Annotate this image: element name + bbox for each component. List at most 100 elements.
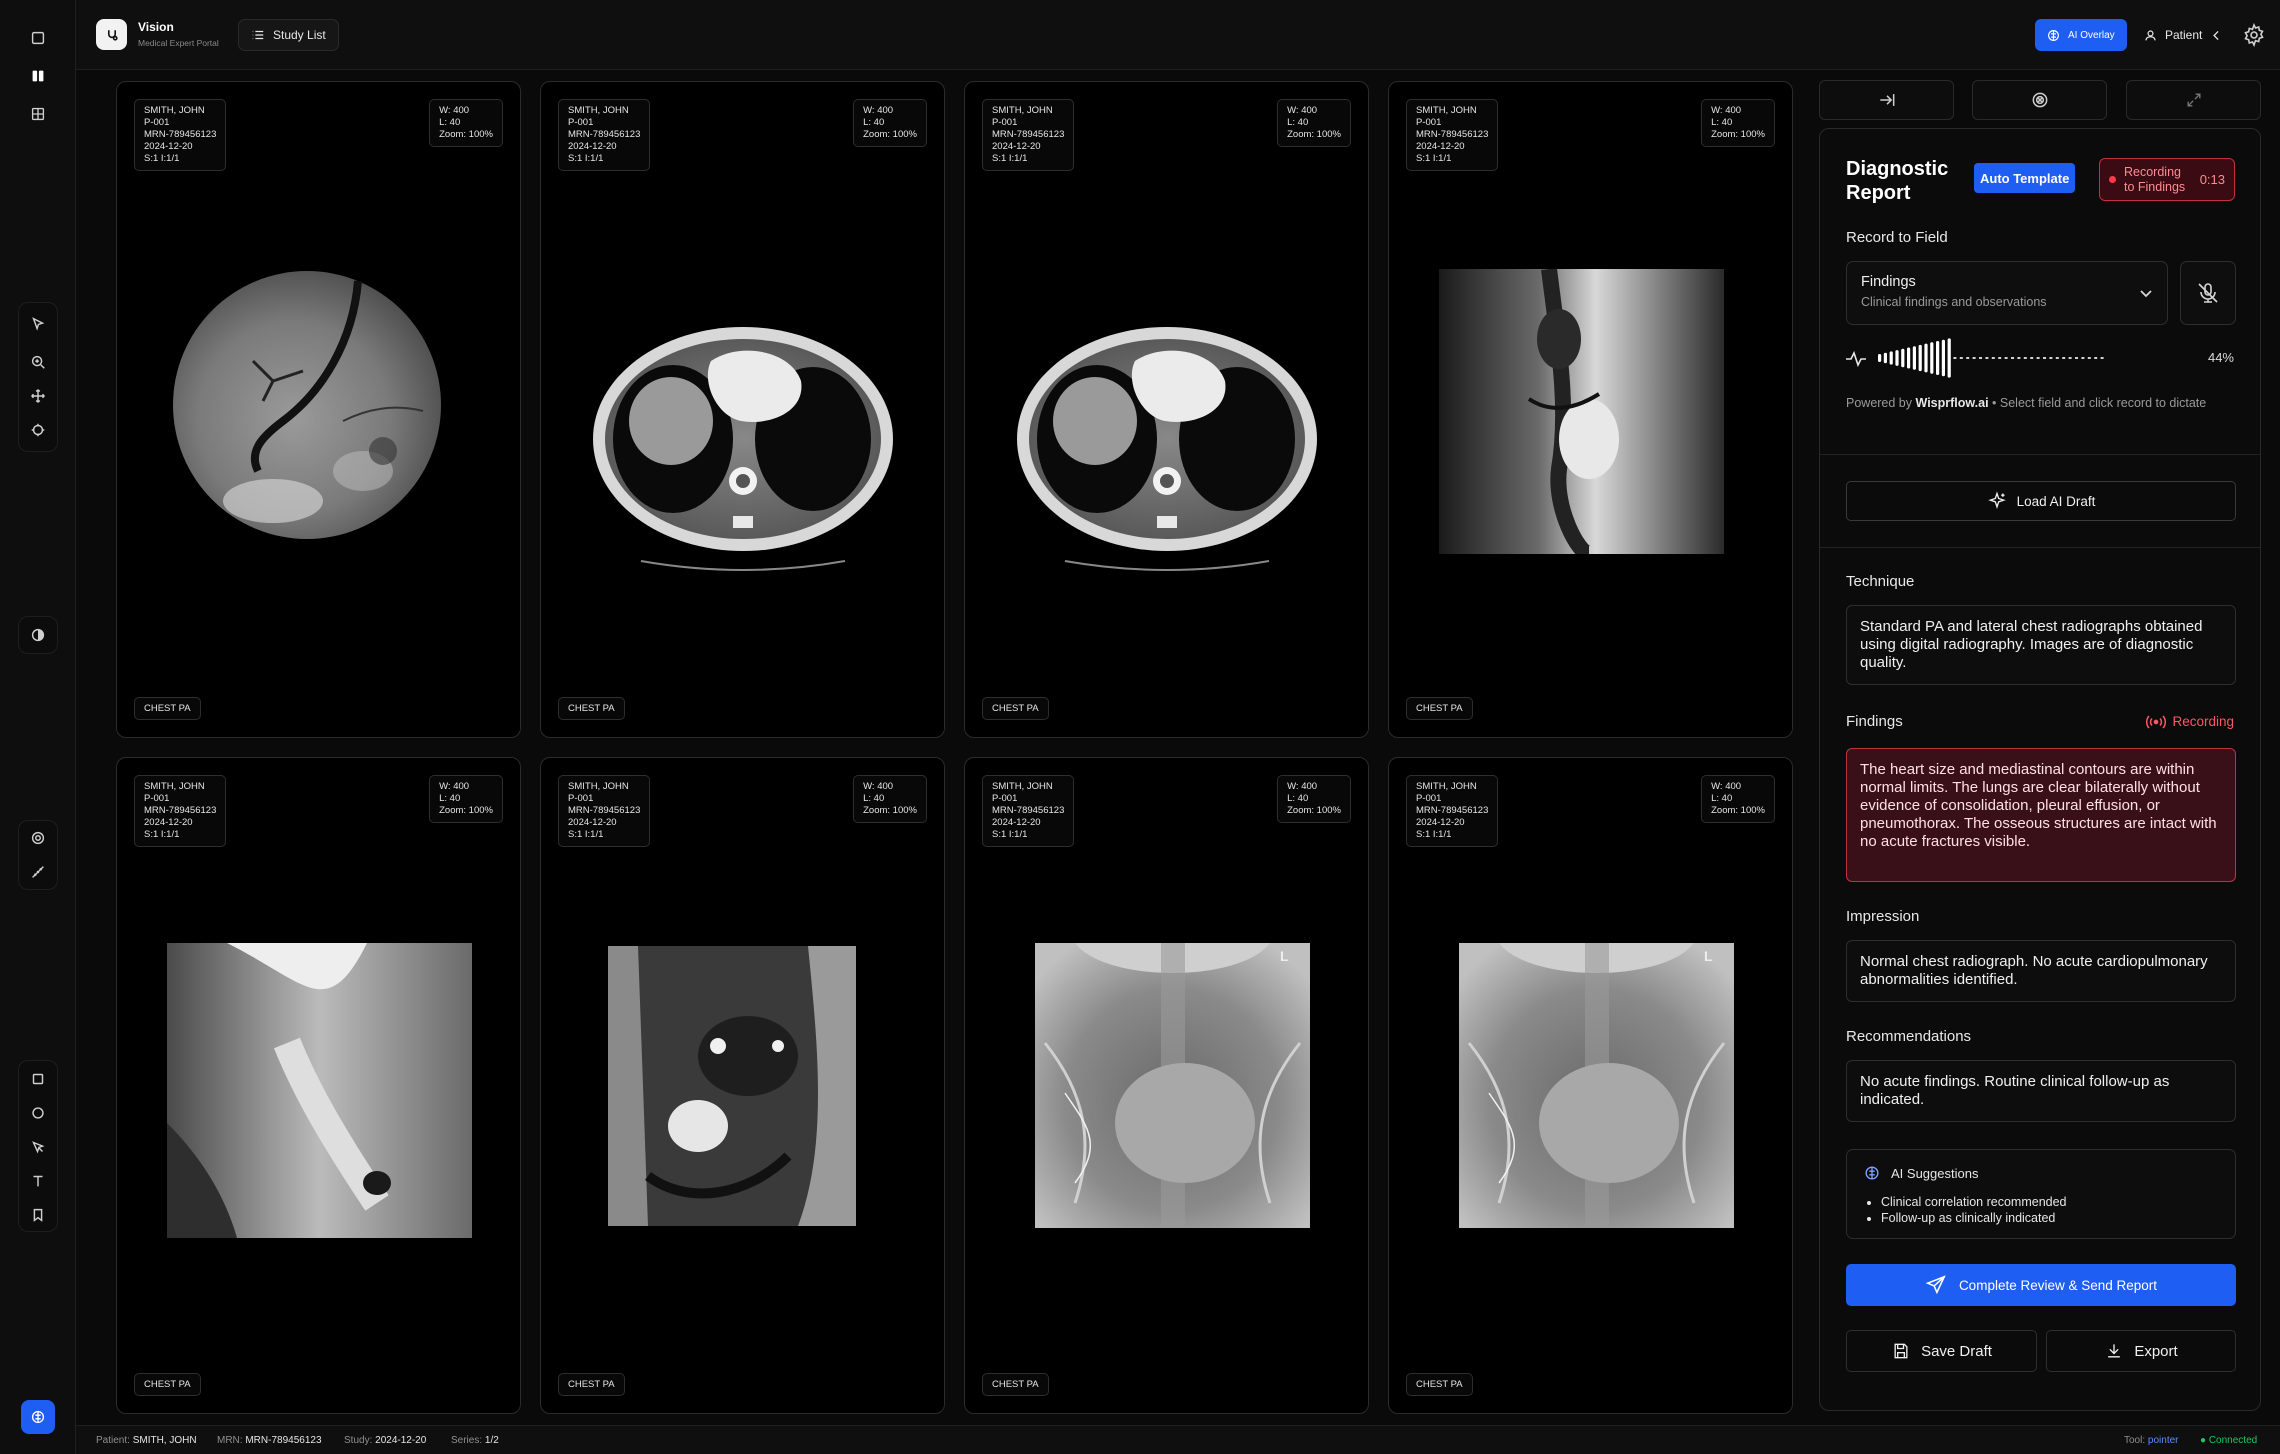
waveform-bar — [1966, 357, 1970, 359]
single-view-icon[interactable] — [20, 20, 56, 56]
patient-panel-toggle[interactable]: Patient — [2144, 19, 2223, 51]
connection-status: ● Connected — [2200, 1435, 2258, 1446]
series-description: CHEST PA — [134, 1373, 201, 1396]
ai-assistant-icon[interactable] — [21, 1400, 55, 1434]
image-viewport[interactable]: SMITH, JOHN P-001 MRN-789456123 2024-12-20 S… — [116, 757, 521, 1414]
ruler-tool-icon[interactable] — [20, 854, 56, 890]
medical-image[interactable] — [167, 943, 472, 1238]
overlay-study-date: 2024-12-20 — [992, 141, 1041, 152]
patient-overlay: SMITH, JOHN P-001 MRN-789456123 2024-12-20 S… — [134, 775, 227, 847]
image-viewport[interactable]: L SMITH, JOHN P-001 MRN-789456123 2024-12-20… — [1388, 757, 1793, 1414]
top-bar: Vision Medical Expert Portal Study List … — [76, 0, 2280, 70]
expand-panel-button[interactable] — [2126, 80, 2261, 120]
medical-image[interactable] — [1015, 321, 1320, 576]
contrast-tool-icon[interactable] — [20, 617, 56, 653]
chevron-left-icon — [2213, 30, 2219, 40]
image-viewport[interactable]: SMITH, JOHN P-001 MRN-789456123 2024-12-20 S… — [540, 81, 945, 738]
overlay-mrn: MRN-789456123 — [144, 129, 217, 140]
load-ai-draft-button[interactable]: Load AI Draft — [1846, 481, 2236, 521]
left-toolbar — [0, 0, 76, 1454]
waveform-bar — [1979, 357, 1982, 359]
waveform-bar — [2094, 357, 2098, 359]
recording-status-badge[interactable]: Recording to Findings 0:13 — [2099, 158, 2235, 201]
bookmark-tool-icon[interactable] — [20, 1197, 56, 1233]
waveform-bar — [2049, 357, 2053, 359]
medical-image[interactable] — [591, 321, 896, 576]
study-list-button[interactable]: Study List — [238, 19, 339, 51]
medical-image[interactable] — [1439, 269, 1724, 554]
overlay-patient-id: P-001 — [992, 793, 1018, 804]
overlay-zoom: Zoom: 100% — [863, 805, 917, 816]
save-draft-label: Save Draft — [1921, 1342, 1992, 1360]
diagnostic-report-panel: Diagnostic Report Auto Template Recordin… — [1819, 128, 2261, 1411]
overlay-patient-id: P-001 — [1416, 117, 1442, 128]
target-tool-icon[interactable] — [20, 820, 56, 856]
overlay-window: W: 400 — [439, 781, 470, 792]
waveform-bars — [1878, 338, 2104, 378]
save-draft-button[interactable]: Save Draft — [1846, 1330, 2037, 1372]
patient-overlay: SMITH, JOHN P-001 MRN-789456123 2024-12-20 S… — [1406, 775, 1499, 847]
status-patient-label: Patient: — [96, 1435, 130, 1446]
overlay-study-date: 2024-12-20 — [568, 141, 617, 152]
pan-tool-icon[interactable] — [20, 378, 56, 414]
image-viewport[interactable]: L SMITH, JOHN P-001 MRN-789456123 2024-12-20… — [964, 757, 1369, 1414]
two-column-view-icon[interactable] — [20, 58, 56, 94]
ai-brain-icon — [1865, 1166, 1879, 1180]
auto-template-button[interactable]: Auto Template — [1974, 163, 2076, 193]
arrow-tool-icon[interactable] — [20, 1129, 56, 1165]
broadcast-icon — [2146, 715, 2167, 728]
patient-label: Patient — [2165, 28, 2203, 42]
pointer-tool-icon[interactable] — [20, 306, 56, 342]
rectangle-tool-icon[interactable] — [20, 1061, 56, 1097]
complete-review-send-button[interactable]: Complete Review & Send Report — [1846, 1264, 2236, 1306]
overlay-series-image: S:1 I:1/1 — [144, 153, 180, 164]
image-viewport[interactable]: SMITH, JOHN P-001 MRN-789456123 2024-12-20 S… — [964, 81, 1369, 738]
export-button[interactable]: Export — [2046, 1330, 2236, 1372]
series-description: CHEST PA — [558, 1373, 625, 1396]
waveform-bar — [1930, 342, 1934, 374]
overlay-patient-id: P-001 — [992, 117, 1018, 128]
medical-image[interactable]: L — [1035, 943, 1310, 1228]
settings-gear-icon[interactable] — [2242, 22, 2266, 48]
waveform-bar — [2100, 357, 2104, 359]
waveform-bar — [2023, 357, 2027, 359]
zoom-tool-icon[interactable] — [20, 344, 56, 380]
window-level-overlay: W: 400 L: 40 Zoom: 100% — [853, 99, 927, 147]
medical-image[interactable]: L — [1459, 943, 1734, 1228]
impression-field[interactable]: Normal chest radiograph. No acute cardio… — [1846, 940, 2236, 1002]
technique-field[interactable]: Standard PA and lateral chest radiograph… — [1846, 605, 2236, 685]
overlay-patient-name: SMITH, JOHN — [144, 781, 205, 792]
recommendations-field[interactable]: No acute findings. Routine clinical foll… — [1846, 1060, 2236, 1122]
grid-view-icon[interactable] — [20, 96, 56, 132]
window-level-overlay: W: 400 L: 40 Zoom: 100% — [853, 775, 927, 823]
image-viewport[interactable]: SMITH, JOHN P-001 MRN-789456123 2024-12-20 S… — [540, 757, 945, 1414]
medical-image[interactable] — [608, 946, 856, 1226]
record-field-select[interactable]: Findings Clinical findings and observati… — [1846, 261, 2168, 325]
audio-level-percent: 44% — [2207, 350, 2234, 365]
chevron-down-icon — [2140, 290, 2152, 298]
overlay-mrn: MRN-789456123 — [144, 805, 217, 816]
export-label: Export — [2134, 1342, 2178, 1360]
medical-image[interactable] — [173, 271, 441, 539]
image-viewport[interactable]: SMITH, JOHN P-001 MRN-789456123 2024-12-20 S… — [116, 81, 521, 738]
report-title: Diagnostic Report — [1846, 158, 1949, 204]
patient-overlay: SMITH, JOHN P-001 MRN-789456123 2024-12-20 S… — [558, 775, 651, 847]
findings-field[interactable]: The heart size and mediastinal contours … — [1846, 748, 2236, 882]
series-description: CHEST PA — [1406, 1373, 1473, 1396]
waveform-bar — [2075, 357, 2078, 359]
mic-off-icon — [2198, 283, 2218, 303]
crosshair-tool-icon[interactable] — [20, 412, 56, 448]
ai-overlay-button[interactable]: AI Overlay — [2035, 19, 2127, 51]
findings-recording-label: Recording — [2172, 714, 2234, 729]
disable-overlay-button[interactable] — [1972, 80, 2107, 120]
image-viewport[interactable]: SMITH, JOHN P-001 MRN-789456123 2024-12-20 S… — [1388, 81, 1793, 738]
overlay-zoom: Zoom: 100% — [1711, 805, 1765, 816]
overlay-patient-name: SMITH, JOHN — [568, 105, 629, 116]
text-tool-icon[interactable] — [20, 1163, 56, 1199]
status-tool: Tool: pointer — [2124, 1435, 2178, 1446]
circle-x-icon — [2032, 92, 2047, 108]
mic-toggle-button[interactable] — [2180, 261, 2236, 325]
field-select-value: Findings — [1861, 274, 1916, 290]
export-panel-button[interactable] — [1819, 80, 1954, 120]
ellipse-tool-icon[interactable] — [20, 1095, 56, 1131]
